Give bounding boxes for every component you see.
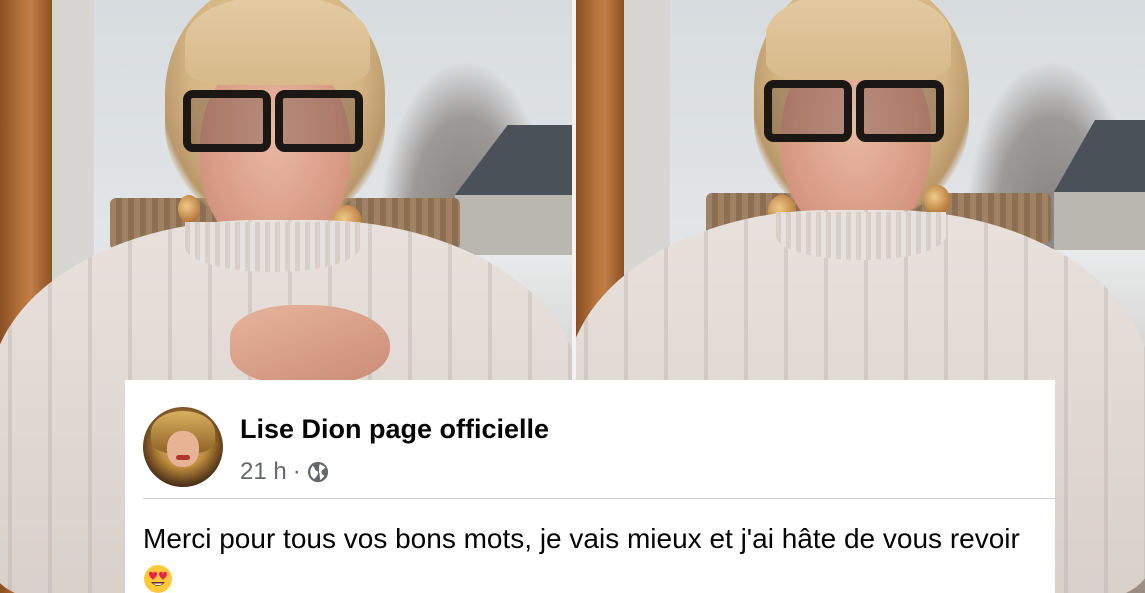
- page-name-link[interactable]: Lise Dion page officielle: [240, 414, 549, 445]
- neighbor-house: [455, 125, 572, 265]
- earring-left: [178, 195, 200, 223]
- post-timestamp[interactable]: 21 h: [240, 458, 287, 486]
- post-meta: 21 h ·: [240, 458, 329, 486]
- sweater-collar: [776, 212, 946, 260]
- glasses: [183, 90, 363, 152]
- post-message: Merci pour tous vos bons mots, je vais m…: [143, 518, 1048, 593]
- bangs: [766, 0, 951, 80]
- heart-eyes-emoji-icon: [143, 564, 173, 593]
- divider: [143, 498, 1055, 499]
- glasses: [764, 80, 944, 142]
- globe-icon[interactable]: [307, 461, 329, 483]
- earring-right: [924, 185, 950, 215]
- facebook-post-card: Lise Dion page officielle 21 h · Merci p…: [125, 380, 1055, 593]
- post-message-text: Merci pour tous vos bons mots, je vais m…: [143, 523, 1020, 554]
- neighbor-house: [1054, 120, 1145, 260]
- hand-on-chest: [230, 305, 390, 385]
- bangs: [185, 0, 370, 85]
- avatar[interactable]: [143, 407, 223, 487]
- sweater-collar: [185, 222, 360, 272]
- meta-separator: ·: [292, 458, 301, 485]
